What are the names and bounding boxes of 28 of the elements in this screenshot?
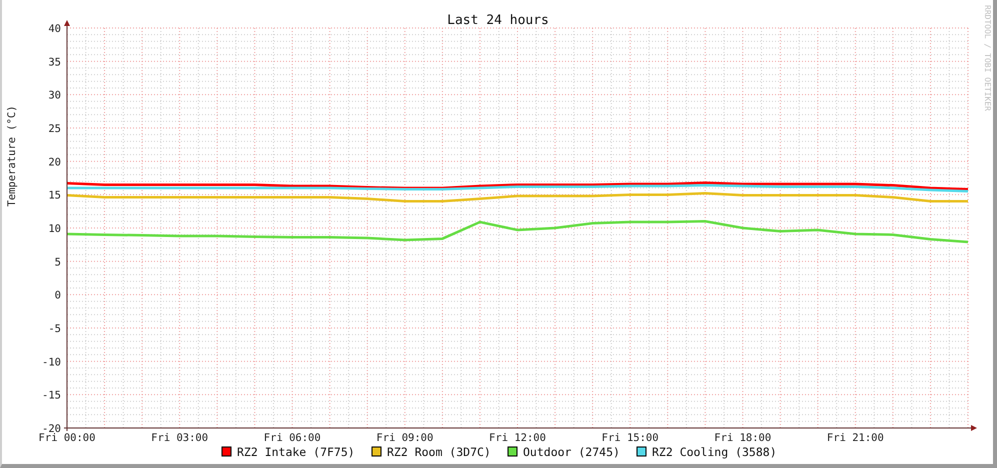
axis-label: Fri 12:00 [489,432,546,444]
axis-label: 0 [54,290,61,302]
axis-label: Fri 21:00 [826,432,884,444]
chart-title: Last 24 hours [447,13,549,28]
legend-label: RZ2 Room (3D7C) [387,445,491,459]
axis-label: Fri 03:00 [151,432,208,444]
axis-label: -15 [42,390,61,402]
axis-label: 30 [48,90,61,102]
legend-label: RZ2 Cooling (3588) [652,445,777,459]
axis-label: 5 [54,256,61,268]
axis-label: Fri 15:00 [602,432,659,444]
axis-label: -20 [42,423,61,435]
watermark-text: RRDTOOL / TOBI OETIKER [983,5,992,111]
legend-label: RZ2 Intake (7F75) [237,445,355,459]
axis-label: 15 [48,190,61,202]
axis-label: Fri 18:00 [714,432,772,444]
axis-label: Fri 09:00 [376,432,434,444]
axis-label: -5 [48,323,61,335]
axis-label: Fri 06:00 [264,432,321,444]
axis-label: 35 [48,56,61,68]
axis-label: 20 [48,156,61,168]
axis-label: -10 [42,356,61,368]
axis-title: Temperature (°C) [6,105,18,207]
axis-label: Fri 00:00 [38,432,96,444]
axis-label: 40 [48,23,61,35]
legend-label: Outdoor (2745) [523,445,620,459]
axis-label: 10 [48,223,61,235]
axis-label: 25 [48,123,61,135]
